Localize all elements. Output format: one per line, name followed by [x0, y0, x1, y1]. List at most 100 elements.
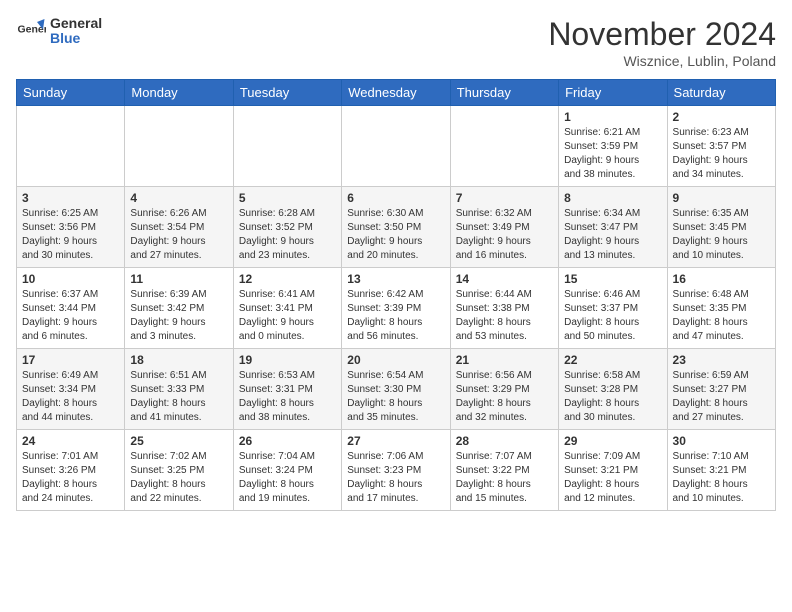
calendar-cell: 28 Sunrise: 7:07 AM Sunset: 3:22 PM Dayli… — [450, 430, 558, 511]
day-number: 22 — [564, 353, 661, 367]
day-number: 13 — [347, 272, 444, 286]
calendar-cell: 7 Sunrise: 6:32 AM Sunset: 3:49 PM Daylig… — [450, 187, 558, 268]
day-number: 9 — [673, 191, 770, 205]
calendar-cell: 23 Sunrise: 6:59 AM Sunset: 3:27 PM Dayli… — [667, 349, 775, 430]
day-number: 6 — [347, 191, 444, 205]
title-block: November 2024 Wisznice, Lublin, Poland — [548, 16, 776, 69]
day-info: Sunrise: 6:39 AM Sunset: 3:42 PM Dayligh… — [130, 288, 227, 344]
calendar-cell: 22 Sunrise: 6:58 AM Sunset: 3:28 PM Dayli… — [559, 349, 667, 430]
day-info: Sunrise: 7:09 AM Sunset: 3:21 PM Dayligh… — [564, 450, 661, 506]
header-wednesday: Wednesday — [342, 80, 450, 106]
calendar-cell: 18 Sunrise: 6:51 AM Sunset: 3:33 PM Dayli… — [125, 349, 233, 430]
header-tuesday: Tuesday — [233, 80, 341, 106]
day-info: Sunrise: 7:10 AM Sunset: 3:21 PM Dayligh… — [673, 450, 770, 506]
day-number: 3 — [22, 191, 119, 205]
day-number: 4 — [130, 191, 227, 205]
day-info: Sunrise: 6:34 AM Sunset: 3:47 PM Dayligh… — [564, 207, 661, 263]
calendar-cell: 1 Sunrise: 6:21 AM Sunset: 3:59 PM Daylig… — [559, 106, 667, 187]
day-info: Sunrise: 6:32 AM Sunset: 3:49 PM Dayligh… — [456, 207, 553, 263]
day-info: Sunrise: 7:02 AM Sunset: 3:25 PM Dayligh… — [130, 450, 227, 506]
day-info: Sunrise: 6:37 AM Sunset: 3:44 PM Dayligh… — [22, 288, 119, 344]
calendar-cell: 3 Sunrise: 6:25 AM Sunset: 3:56 PM Daylig… — [17, 187, 125, 268]
day-info: Sunrise: 6:42 AM Sunset: 3:39 PM Dayligh… — [347, 288, 444, 344]
day-info: Sunrise: 7:07 AM Sunset: 3:22 PM Dayligh… — [456, 450, 553, 506]
day-info: Sunrise: 7:01 AM Sunset: 3:26 PM Dayligh… — [22, 450, 119, 506]
day-info: Sunrise: 6:48 AM Sunset: 3:35 PM Dayligh… — [673, 288, 770, 344]
day-number: 2 — [673, 110, 770, 124]
day-number: 24 — [22, 434, 119, 448]
day-number: 27 — [347, 434, 444, 448]
day-info: Sunrise: 6:54 AM Sunset: 3:30 PM Dayligh… — [347, 369, 444, 425]
location-subtitle: Wisznice, Lublin, Poland — [548, 53, 776, 69]
calendar-cell: 11 Sunrise: 6:39 AM Sunset: 3:42 PM Dayli… — [125, 268, 233, 349]
day-number: 16 — [673, 272, 770, 286]
day-info: Sunrise: 6:58 AM Sunset: 3:28 PM Dayligh… — [564, 369, 661, 425]
day-info: Sunrise: 6:21 AM Sunset: 3:59 PM Dayligh… — [564, 126, 661, 182]
logo: General General Blue — [16, 16, 102, 47]
calendar-row-3: 17 Sunrise: 6:49 AM Sunset: 3:34 PM Dayli… — [17, 349, 776, 430]
calendar-cell: 27 Sunrise: 7:06 AM Sunset: 3:23 PM Dayli… — [342, 430, 450, 511]
day-number: 12 — [239, 272, 336, 286]
day-number: 1 — [564, 110, 661, 124]
day-info: Sunrise: 6:23 AM Sunset: 3:57 PM Dayligh… — [673, 126, 770, 182]
calendar-cell: 5 Sunrise: 6:28 AM Sunset: 3:52 PM Daylig… — [233, 187, 341, 268]
logo-blue: Blue — [50, 31, 102, 46]
header-thursday: Thursday — [450, 80, 558, 106]
calendar-cell: 10 Sunrise: 6:37 AM Sunset: 3:44 PM Dayli… — [17, 268, 125, 349]
calendar-row-0: 1 Sunrise: 6:21 AM Sunset: 3:59 PM Daylig… — [17, 106, 776, 187]
calendar-cell: 12Sunrise: 6:41 AM Sunset: 3:41 PM Dayli… — [233, 268, 341, 349]
day-number: 11 — [130, 272, 227, 286]
header-sunday: Sunday — [17, 80, 125, 106]
calendar-cell: 2 Sunrise: 6:23 AM Sunset: 3:57 PM Daylig… — [667, 106, 775, 187]
day-info: Sunrise: 6:30 AM Sunset: 3:50 PM Dayligh… — [347, 207, 444, 263]
day-number: 17 — [22, 353, 119, 367]
day-info: Sunrise: 6:44 AM Sunset: 3:38 PM Dayligh… — [456, 288, 553, 344]
logo-general: General — [50, 16, 102, 31]
day-info: Sunrise: 6:25 AM Sunset: 3:56 PM Dayligh… — [22, 207, 119, 263]
day-info: Sunrise: 6:53 AM Sunset: 3:31 PM Dayligh… — [239, 369, 336, 425]
calendar-cell — [233, 106, 341, 187]
day-number: 5 — [239, 191, 336, 205]
calendar-cell: 13 Sunrise: 6:42 AM Sunset: 3:39 PM Dayli… — [342, 268, 450, 349]
calendar-row-4: 24 Sunrise: 7:01 AM Sunset: 3:26 PM Dayli… — [17, 430, 776, 511]
calendar-cell: 21Sunrise: 6:56 AM Sunset: 3:29 PM Dayli… — [450, 349, 558, 430]
header-monday: Monday — [125, 80, 233, 106]
day-number: 26 — [239, 434, 336, 448]
calendar-table: SundayMondayTuesdayWednesdayThursdayFrid… — [16, 79, 776, 511]
day-number: 10 — [22, 272, 119, 286]
day-number: 30 — [673, 434, 770, 448]
header-friday: Friday — [559, 80, 667, 106]
day-number: 18 — [130, 353, 227, 367]
day-number: 21 — [456, 353, 553, 367]
day-number: 8 — [564, 191, 661, 205]
day-info: Sunrise: 7:06 AM Sunset: 3:23 PM Dayligh… — [347, 450, 444, 506]
day-info: Sunrise: 6:26 AM Sunset: 3:54 PM Dayligh… — [130, 207, 227, 263]
day-number: 29 — [564, 434, 661, 448]
day-info: Sunrise: 6:28 AM Sunset: 3:52 PM Dayligh… — [239, 207, 336, 263]
day-info: Sunrise: 6:35 AM Sunset: 3:45 PM Dayligh… — [673, 207, 770, 263]
day-number: 28 — [456, 434, 553, 448]
calendar-cell: 30 Sunrise: 7:10 AM Sunset: 3:21 PM Dayli… — [667, 430, 775, 511]
calendar-cell: 20Sunrise: 6:54 AM Sunset: 3:30 PM Dayli… — [342, 349, 450, 430]
calendar-cell: 9 Sunrise: 6:35 AM Sunset: 3:45 PM Daylig… — [667, 187, 775, 268]
day-info: Sunrise: 7:04 AM Sunset: 3:24 PM Dayligh… — [239, 450, 336, 506]
day-info: Sunrise: 6:59 AM Sunset: 3:27 PM Dayligh… — [673, 369, 770, 425]
logo-icon: General — [16, 16, 46, 46]
day-number: 23 — [673, 353, 770, 367]
calendar-cell: 15Sunrise: 6:46 AM Sunset: 3:37 PM Dayli… — [559, 268, 667, 349]
calendar-cell: 6 Sunrise: 6:30 AM Sunset: 3:50 PM Daylig… — [342, 187, 450, 268]
day-info: Sunrise: 6:49 AM Sunset: 3:34 PM Dayligh… — [22, 369, 119, 425]
day-number: 7 — [456, 191, 553, 205]
month-title: November 2024 — [548, 16, 776, 53]
day-number: 14 — [456, 272, 553, 286]
calendar-cell: 8 Sunrise: 6:34 AM Sunset: 3:47 PM Daylig… — [559, 187, 667, 268]
day-number: 25 — [130, 434, 227, 448]
calendar-cell: 16 Sunrise: 6:48 AM Sunset: 3:35 PM Dayli… — [667, 268, 775, 349]
calendar-cell — [125, 106, 233, 187]
day-number: 19 — [239, 353, 336, 367]
calendar-cell: 17 Sunrise: 6:49 AM Sunset: 3:34 PM Dayli… — [17, 349, 125, 430]
calendar-row-1: 3 Sunrise: 6:25 AM Sunset: 3:56 PM Daylig… — [17, 187, 776, 268]
calendar-cell — [17, 106, 125, 187]
day-info: Sunrise: 6:51 AM Sunset: 3:33 PM Dayligh… — [130, 369, 227, 425]
calendar-cell — [342, 106, 450, 187]
